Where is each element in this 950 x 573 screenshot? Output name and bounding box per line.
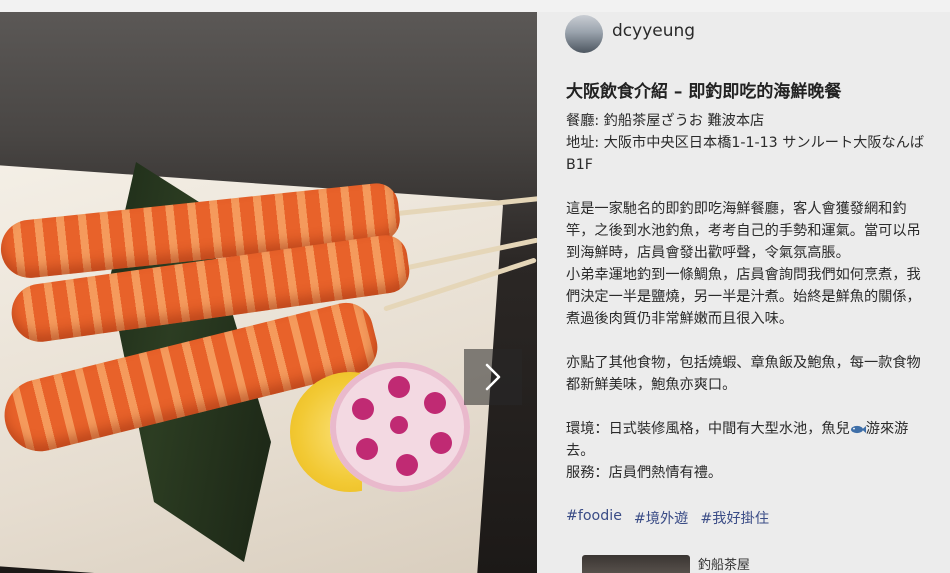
body-line: 竿，之後到水池釣魚，考考自己的手勢和運氣。當可以吊 (566, 223, 921, 239)
hashtag-list: #foodie #境外遊 #我好掛住 (566, 508, 769, 528)
related-post-label[interactable]: 釣船茶屋 (698, 554, 750, 573)
body-line: 到海鮮時，店員會發出歡呼聲，令氣氛高脹。 (566, 245, 850, 261)
user-avatar[interactable] (565, 15, 603, 53)
hashtag-link[interactable]: #foodie (566, 508, 622, 528)
body-line: 們決定一半是鹽燒，另一半是汁煮。始終是鮮魚的關係， (566, 289, 921, 305)
fish-emoji-icon (850, 425, 866, 433)
restaurant-line: 餐廳: 釣船茶屋ざうお 難波本店 (566, 113, 765, 129)
next-photo-button[interactable] (464, 349, 522, 405)
body-line: 都新鮮美味，鮑魚亦爽口。 (566, 377, 737, 393)
body-line: 亦點了其他食物，包括燒蝦、章魚飯及鮑魚，每一款食物 (566, 355, 921, 371)
post-body: 餐廳: 釣船茶屋ざうお 難波本店 地址: 大阪市中央区日本橋1-1-13 サンル… (566, 110, 936, 484)
address-line: 地址: 大阪市中央区日本橋1-1-13 サンルート大阪なんば (566, 135, 925, 151)
environment-line-2: 去。 (566, 443, 595, 459)
lotus-root-image (330, 362, 470, 492)
hashtag-link[interactable]: #我好掛住 (700, 508, 769, 528)
body-line: 小弟幸運地釣到一條鯛魚，店員會詢問我們如何烹煮，我 (566, 267, 921, 283)
body-line: 這是一家馳名的即釣即吃海鮮餐廳，客人會獲發網和釣 (566, 201, 907, 217)
environment-text-cont: 游來游 (865, 421, 909, 437)
post-title: 大阪飲食介紹 – 即釣即吃的海鮮晚餐 (566, 82, 842, 102)
hashtag-link[interactable]: #境外遊 (634, 508, 688, 528)
environment-text: 環境：日式裝修風格，中間有大型水池，魚兒 (566, 421, 850, 437)
post-photo[interactable] (0, 12, 537, 573)
caption-panel: dcyyeung 大阪飲食介紹 – 即釣即吃的海鮮晚餐 餐廳: 釣船茶屋ざうお … (537, 12, 950, 573)
address-floor-line: B1F (566, 157, 593, 173)
chevron-right-icon (485, 363, 501, 391)
body-line: 煮過後肉質仍非常鮮嫩而且很入味。 (566, 311, 794, 327)
environment-line: 環境：日式裝修風格，中間有大型水池，魚兒 游來游 (566, 418, 936, 440)
screen-top-edge (0, 0, 950, 12)
related-post-thumbnail[interactable] (582, 555, 690, 573)
username[interactable]: dcyyeung (612, 21, 695, 41)
service-line: 服務：店員們熱情有禮。 (566, 465, 723, 481)
